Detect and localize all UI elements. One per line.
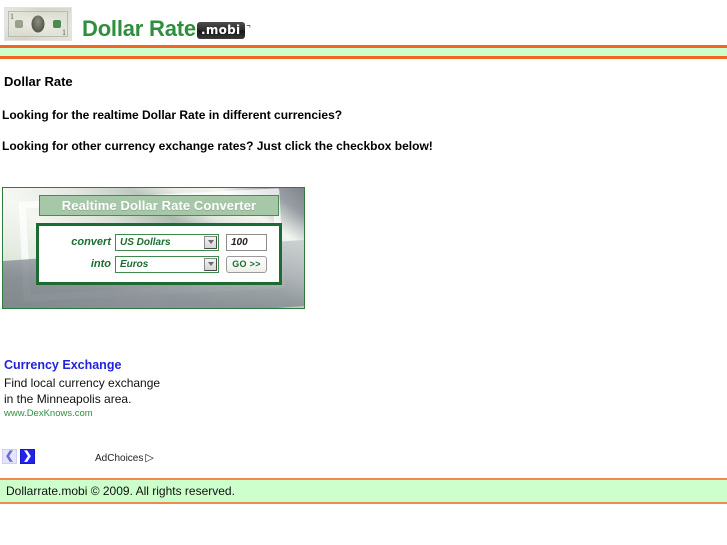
to-currency-select[interactable]: Euros (115, 255, 219, 273)
adchoices-triangle-icon: ▷ (145, 452, 154, 464)
site-footer: Dollarrate.mobi © 2009. All rights reser… (0, 480, 727, 502)
chevron-left-icon: ❮ (4, 450, 15, 462)
site-header: 1 1 Dollar Rate .mobi ¬ (0, 0, 727, 45)
go-button[interactable]: GO >> (226, 255, 267, 273)
ad-next-button[interactable]: ❯ (20, 449, 35, 464)
amount-input[interactable]: 100 (226, 233, 267, 251)
trademark-mark: ¬ (246, 22, 251, 30)
ad-pagination: ❮ ❯ (2, 449, 35, 464)
bill-seal-left (15, 20, 23, 28)
from-currency-value: US Dollars (120, 236, 171, 248)
converter-row-to: into Euros GO >> (39, 253, 279, 275)
ad-description-line-2: in the Minneapolis area. (4, 392, 132, 406)
converter-row-from: convert US Dollars 100 (39, 231, 279, 253)
ad-headline-link[interactable]: Currency Exchange (4, 358, 121, 372)
bill-corner-one-right: 1 (62, 28, 66, 37)
header-band-green (0, 48, 727, 56)
header-rule-orange-bottom (0, 56, 727, 59)
dollar-bill-logo: 1 1 (4, 7, 72, 41)
adchoices-link[interactable]: AdChoices ▷ (95, 451, 154, 464)
footer-copyright: Dollarrate.mobi © 2009. All rights reser… (6, 484, 235, 498)
bill-portrait (31, 15, 45, 33)
adchoices-label: AdChoices (95, 453, 144, 464)
amount-value: 100 (231, 236, 248, 248)
ad-prev-button[interactable]: ❮ (2, 449, 17, 464)
converter-form-panel: convert US Dollars 100 into Euros GO >> (36, 223, 282, 285)
into-label: into (90, 258, 111, 270)
intro-line-1: Looking for the realtime Dollar Rate in … (2, 108, 343, 122)
footer-rule-bottom (0, 502, 727, 504)
chevron-down-icon[interactable] (204, 257, 217, 271)
ad-description-line-1: Find local currency exchange (4, 376, 161, 390)
to-currency-value: Euros (120, 258, 149, 270)
convert-label: convert (71, 236, 111, 248)
from-currency-select[interactable]: US Dollars (115, 233, 219, 251)
mobi-badge-text: mobi (205, 23, 241, 37)
converter-title-text: Realtime Dollar Rate Converter (61, 198, 257, 213)
bill-seal-right (53, 20, 61, 28)
brand-name: Dollar Rate (82, 16, 196, 41)
converter-title-bar: Realtime Dollar Rate Converter (39, 195, 279, 216)
brand-logo[interactable]: Dollar Rate .mobi ¬ (82, 16, 251, 42)
chevron-down-icon[interactable] (204, 235, 217, 249)
go-button-label: GO >> (232, 259, 261, 269)
chevron-right-icon: ❯ (22, 450, 33, 462)
bill-corner-one-left: 1 (10, 12, 14, 21)
realtime-dollar-rate-converter: Realtime Dollar Rate Converter convert U… (2, 187, 305, 309)
ad-display-url[interactable]: www.DexKnows.com (4, 408, 93, 419)
mobi-badge: .mobi (196, 22, 246, 39)
intro-line-2: Looking for other currency exchange rate… (2, 139, 433, 153)
page-title: Dollar Rate (4, 74, 73, 89)
